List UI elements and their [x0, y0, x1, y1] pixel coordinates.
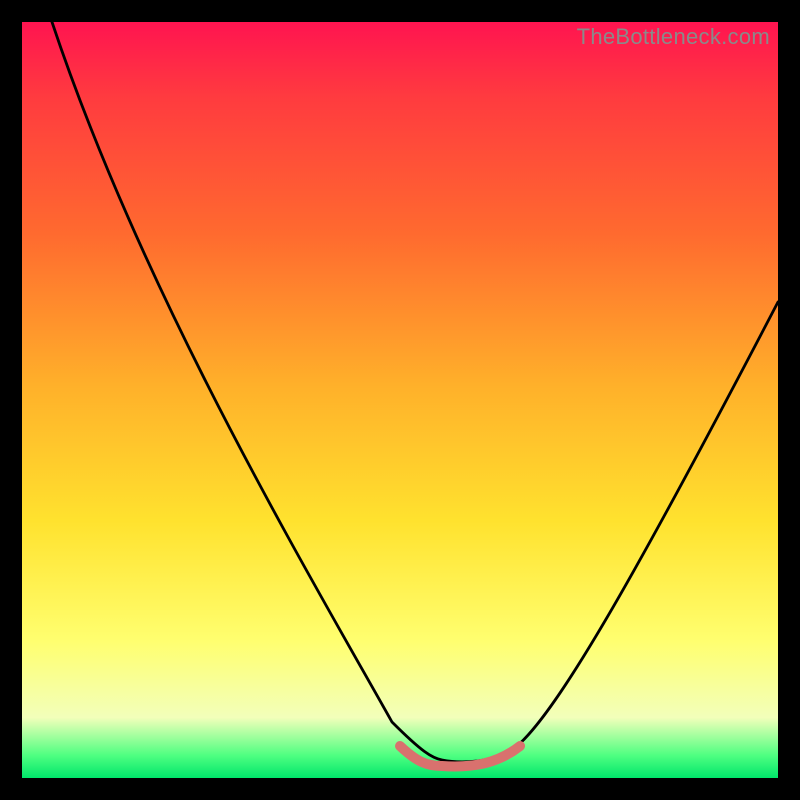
chart-svg [22, 22, 778, 778]
chart-plot-area: TheBottleneck.com [22, 22, 778, 778]
chart-frame: TheBottleneck.com [0, 0, 800, 800]
watermark-text: TheBottleneck.com [577, 24, 770, 50]
optimal-band [400, 746, 520, 766]
bottleneck-curve [52, 22, 778, 762]
